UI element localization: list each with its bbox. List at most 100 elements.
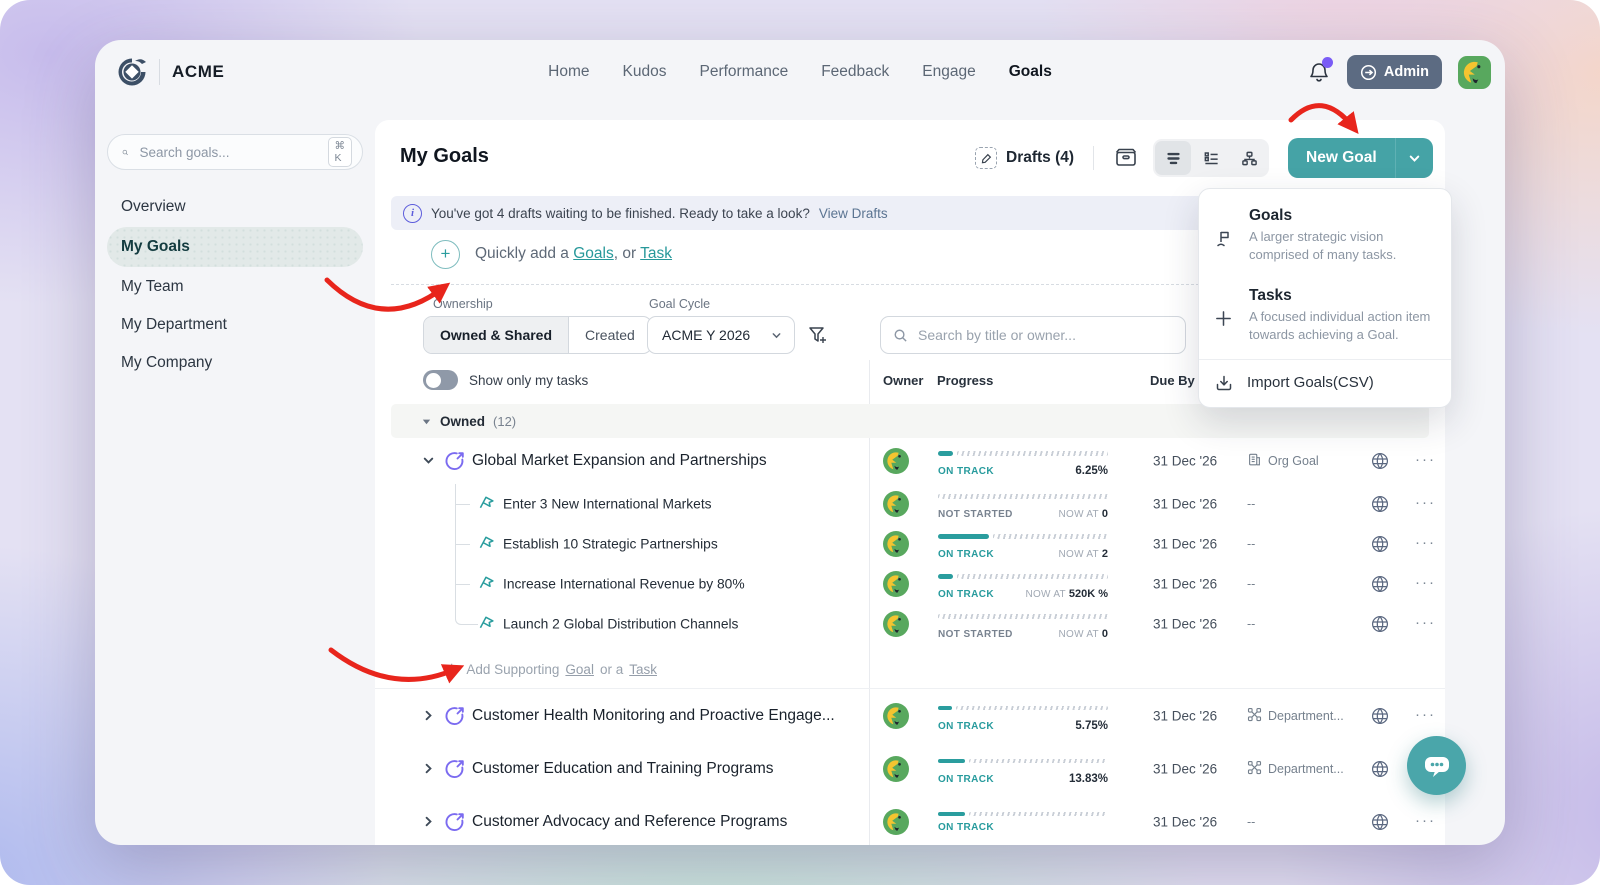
ownership-owned-shared[interactable]: Owned & Shared <box>424 317 569 353</box>
goal-row[interactable]: Customer Advocacy and Reference Programs… <box>375 795 1445 845</box>
nav-performance[interactable]: Performance <box>699 63 788 81</box>
progress-cell: ON TRACK 13.83% <box>938 758 1108 780</box>
sidebar: ⌘ K Overview My Goals My Team My Departm… <box>95 104 375 845</box>
row-more-button[interactable]: ··· <box>1415 534 1436 551</box>
toggle-label: Show only my tasks <box>469 373 588 388</box>
goal-row[interactable]: Global Market Expansion and Partnerships… <box>375 438 1445 484</box>
table-search-input[interactable] <box>916 326 1173 344</box>
collapse-chevron-icon[interactable] <box>422 454 436 468</box>
ownership-created[interactable]: Created <box>569 317 651 353</box>
metric-label: NOW AT <box>1058 629 1101 640</box>
quick-add-task-link[interactable]: Task <box>640 245 672 262</box>
new-goal-dropdown-caret[interactable] <box>1396 138 1433 178</box>
progress-cell: ON TRACK 5.75% <box>938 705 1108 727</box>
goal-icon <box>443 449 467 473</box>
sidebar-item-my-team[interactable]: My Team <box>95 268 375 306</box>
row-more-button[interactable]: ··· <box>1415 494 1436 511</box>
goal-title[interactable]: Global Market Expansion and Partnerships <box>472 452 767 470</box>
new-goal-button[interactable]: New Goal <box>1288 138 1433 178</box>
sidebar-item-my-goals[interactable]: My Goals <box>107 227 363 267</box>
filter-add-icon[interactable] <box>807 324 829 346</box>
nav-goals[interactable]: Goals <box>1009 63 1052 81</box>
avatar-bird <box>1461 59 1488 86</box>
goal-row[interactable]: Customer Health Monitoring and Proactive… <box>375 688 1445 742</box>
goal-title[interactable]: Customer Health Monitoring and Proactive… <box>472 707 835 725</box>
row-more-button[interactable]: ··· <box>1415 706 1436 723</box>
sidebar-item-my-company[interactable]: My Company <box>95 344 375 382</box>
view-org-chart[interactable] <box>1231 141 1267 175</box>
due-date: 31 Dec '26 <box>1153 577 1217 592</box>
notifications-bell-icon[interactable] <box>1307 60 1331 84</box>
dropdown-item-goals[interactable]: Goals A larger strategic vision comprise… <box>1199 195 1451 275</box>
task-row[interactable]: Launch 2 Global Distribution Channels NO… <box>375 604 1445 644</box>
owner-avatar[interactable] <box>883 703 909 729</box>
visibility-globe-icon <box>1370 614 1390 634</box>
due-date: 31 Dec '26 <box>1153 708 1217 723</box>
org-icon <box>1247 452 1262 470</box>
row-more-button[interactable]: ··· <box>1415 451 1436 468</box>
owner-avatar[interactable] <box>883 809 909 835</box>
goal-row[interactable]: Customer Education and Training Programs… <box>375 742 1445 795</box>
row-more-button[interactable]: ··· <box>1415 574 1436 591</box>
add-supporting-goal-link[interactable]: Goal <box>565 662 594 677</box>
admin-button[interactable]: Admin <box>1347 55 1442 89</box>
owner-avatar[interactable] <box>883 611 909 637</box>
search-icon <box>122 145 129 160</box>
goal-search[interactable]: ⌘ K <box>107 134 363 170</box>
metric-value: 6.25% <box>1075 465 1108 477</box>
goal-title[interactable]: Customer Education and Training Programs <box>472 760 774 778</box>
visibility-globe-icon <box>1370 451 1390 471</box>
view-drafts-link[interactable]: View Drafts <box>819 206 888 221</box>
quick-add-goal-link[interactable]: Goals <box>573 245 614 262</box>
due-date: 31 Dec '26 <box>1153 537 1217 552</box>
task-title[interactable]: Launch 2 Global Distribution Channels <box>503 617 738 632</box>
goal-title[interactable]: Customer Advocacy and Reference Programs <box>472 813 787 831</box>
sidebar-item-overview[interactable]: Overview <box>95 188 375 226</box>
show-only-my-tasks-toggle[interactable] <box>423 370 458 390</box>
row-more-button[interactable]: ··· <box>1415 812 1436 829</box>
owner-avatar[interactable] <box>883 756 909 782</box>
task-row[interactable]: Enter 3 New International Markets NOT ST… <box>375 484 1445 524</box>
drafts-button[interactable]: Drafts (4) <box>975 147 1074 169</box>
goal-cycle-select[interactable]: ACME Y 2026 <box>647 316 795 354</box>
task-title[interactable]: Increase International Revenue by 80% <box>503 577 745 592</box>
add-supporting-task-link[interactable]: Task <box>629 662 657 677</box>
archive-icon[interactable] <box>1113 145 1139 171</box>
search-goals-input[interactable] <box>138 144 319 161</box>
task-flag-icon <box>477 615 496 634</box>
user-avatar[interactable] <box>1458 56 1491 89</box>
metric-label: NOW AT <box>1025 589 1068 600</box>
section-owned[interactable]: Owned (12) <box>391 404 1429 438</box>
row-more-button[interactable]: ··· <box>1415 614 1436 631</box>
owner-avatar[interactable] <box>883 448 909 474</box>
goal-type-tag: Department... <box>1247 760 1344 778</box>
owner-avatar[interactable] <box>883 531 909 557</box>
view-list[interactable] <box>1193 141 1229 175</box>
dropdown-item-tasks[interactable]: Tasks A focused individual action item t… <box>1199 275 1451 355</box>
add-plus-icon[interactable]: + <box>447 660 456 678</box>
task-row[interactable]: Increase International Revenue by 80% ON… <box>375 564 1445 604</box>
owner-avatar[interactable] <box>883 571 909 597</box>
top-bar: ACME Home Kudos Performance Feedback Eng… <box>95 40 1505 104</box>
sidebar-item-my-department[interactable]: My Department <box>95 306 375 344</box>
table-search[interactable] <box>880 316 1186 354</box>
expand-chevron-icon[interactable] <box>422 709 436 723</box>
due-date: 31 Dec '26 <box>1153 454 1217 469</box>
expand-chevron-icon[interactable] <box>422 762 436 776</box>
goal-type-tag: -- <box>1247 497 1255 511</box>
status-label: ON TRACK <box>938 589 994 600</box>
nav-engage[interactable]: Engage <box>922 63 975 81</box>
nav-home[interactable]: Home <box>548 63 589 81</box>
progress-bar <box>938 574 1108 579</box>
quick-add-plus-icon[interactable]: + <box>431 240 460 269</box>
task-row[interactable]: Establish 10 Strategic Partnerships ON T… <box>375 524 1445 564</box>
view-compact-rows[interactable] <box>1155 141 1191 175</box>
task-title[interactable]: Enter 3 New International Markets <box>503 497 712 512</box>
nav-feedback[interactable]: Feedback <box>821 63 889 81</box>
chat-fab-button[interactable] <box>1407 736 1466 795</box>
task-title[interactable]: Establish 10 Strategic Partnerships <box>503 537 718 552</box>
owner-avatar[interactable] <box>883 491 909 517</box>
expand-chevron-icon[interactable] <box>422 815 436 829</box>
dropdown-item-import-csv[interactable]: Import Goals(CSV) <box>1199 360 1451 407</box>
nav-kudos[interactable]: Kudos <box>623 63 667 81</box>
